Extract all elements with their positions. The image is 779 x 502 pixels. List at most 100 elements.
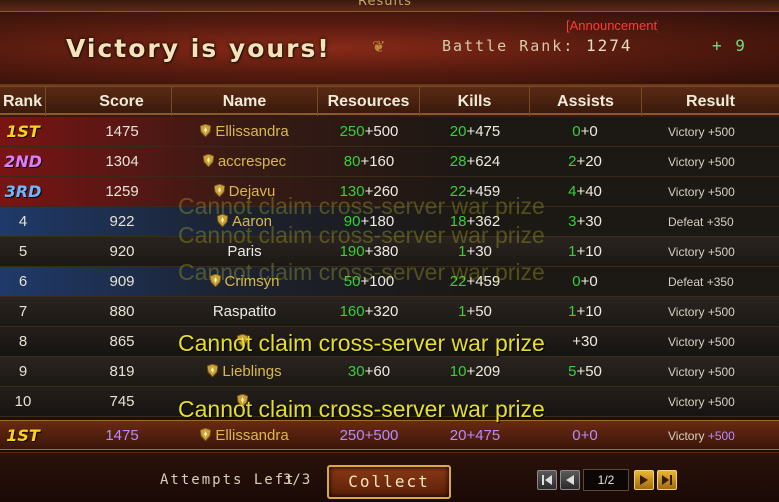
kills-cell: 20+475 bbox=[420, 117, 530, 147]
result-label: Victory bbox=[668, 125, 705, 139]
assists-cell: 3+30 bbox=[530, 207, 640, 237]
result-label: Victory bbox=[668, 305, 705, 319]
result-cell: Victory +500 bbox=[650, 357, 760, 387]
shield-icon bbox=[207, 364, 219, 377]
assists-bonus: +0 bbox=[580, 273, 598, 290]
result-cell: Victory +500 bbox=[650, 297, 760, 327]
own-resources-bonus: +500 bbox=[364, 427, 399, 444]
resources-bonus: +60 bbox=[364, 363, 391, 380]
column-header-assists: Assists bbox=[530, 87, 642, 116]
assists-cell: 0+0 bbox=[530, 267, 640, 297]
column-header-score: Score bbox=[72, 87, 172, 116]
own-kills: 20+475 bbox=[420, 421, 530, 451]
result-label: Victory bbox=[668, 185, 705, 199]
overlay-message: Cannot claim cross-server war prize bbox=[178, 396, 545, 422]
player-name: Raspatito bbox=[212, 303, 277, 320]
result-label: Victory bbox=[668, 395, 705, 409]
column-header-result: Result bbox=[686, 93, 735, 110]
result-label: Defeat bbox=[668, 215, 704, 229]
resources-bonus: +320 bbox=[364, 303, 399, 320]
last-page-button[interactable] bbox=[657, 470, 677, 490]
result-bonus: +500 bbox=[707, 155, 735, 169]
announcement-link[interactable]: [Announcement] bbox=[566, 18, 658, 33]
resources-base: 30 bbox=[347, 363, 365, 380]
assists-cell: 5+50 bbox=[530, 357, 640, 387]
battle-rank-label: Battle Rank: bbox=[442, 37, 575, 55]
own-resources: 250+500 bbox=[318, 421, 420, 451]
score-cell: 819 bbox=[109, 363, 135, 380]
score-cell: 745 bbox=[109, 393, 135, 410]
player-name: Ellissandra bbox=[215, 123, 289, 140]
results-header: Victory is yours! ❦ [Announcement] Battl… bbox=[0, 12, 779, 86]
result-cell: Victory +500 bbox=[650, 147, 760, 177]
overlay-message: Cannot claim cross-server war prize bbox=[178, 330, 545, 356]
score-cell: 922 bbox=[109, 213, 135, 230]
resources-bonus: +160 bbox=[360, 153, 395, 170]
overlay-message-faint: Cannot claim cross-server war prize bbox=[178, 222, 545, 248]
rank-cell: 8 bbox=[18, 333, 28, 350]
score-cell: 1304 bbox=[105, 153, 139, 170]
rank-cell: 5 bbox=[18, 243, 28, 260]
kills-cell: 1+50 bbox=[420, 297, 530, 327]
first-page-button[interactable] bbox=[537, 470, 557, 490]
result-cell: Victory +500 bbox=[650, 327, 760, 357]
column-header-resources: Resources bbox=[318, 87, 420, 116]
own-name: Ellissandra bbox=[215, 427, 289, 444]
kills-bonus: +475 bbox=[466, 123, 501, 140]
results-table-header: Rank Score Name Resources Kills Assists … bbox=[0, 86, 779, 116]
own-kills-bonus: +475 bbox=[466, 427, 501, 444]
result-cell: Victory +500 bbox=[650, 237, 760, 267]
rank-cell: 10 bbox=[14, 393, 32, 410]
overlay-message-faint: Cannot claim cross-server war prize bbox=[178, 259, 545, 285]
assists-bonus: +40 bbox=[576, 183, 602, 200]
assists-base: 0 bbox=[572, 273, 581, 290]
result-bonus: +500 bbox=[707, 305, 735, 319]
assists-cell: 0+0 bbox=[530, 117, 640, 147]
assists-cell: 4+40 bbox=[530, 177, 640, 207]
result-label: Victory bbox=[668, 245, 705, 259]
resources-cell: 160+320 bbox=[318, 297, 420, 327]
table-row: 9 819 Lieblings 30+60 10+209 5+50 Victory +500 bbox=[0, 357, 779, 387]
name-cell: Raspatito bbox=[172, 297, 317, 327]
assists-cell: 2+20 bbox=[530, 147, 640, 177]
kills-bonus: +624 bbox=[466, 153, 501, 170]
resources-cell: 250+500 bbox=[318, 117, 420, 147]
assists-bonus: +50 bbox=[576, 363, 602, 380]
overlay-message-faint: Cannot claim cross-server war prize bbox=[178, 193, 545, 219]
result-bonus: +350 bbox=[706, 275, 734, 289]
name-cell: Lieblings bbox=[172, 357, 317, 387]
result-cell: Defeat +350 bbox=[650, 267, 760, 297]
assists-cell: 1+10 bbox=[530, 237, 640, 267]
own-result: Victory +500 bbox=[650, 421, 760, 451]
table-row: 7 880 Raspatito 160+320 1+50 1+10 Victory +500 bbox=[0, 297, 779, 327]
result-cell: Defeat +350 bbox=[650, 207, 760, 237]
prev-page-button[interactable] bbox=[560, 470, 580, 490]
kills-base: 28 bbox=[449, 153, 467, 170]
last-page-icon bbox=[662, 475, 672, 485]
shield-icon bbox=[200, 124, 212, 137]
column-header-kills: Kills bbox=[420, 87, 530, 116]
first-page-icon bbox=[542, 475, 552, 485]
score-cell: 1475 bbox=[105, 123, 139, 140]
assists-cell: 1+10 bbox=[530, 297, 640, 327]
own-resources-base: 250 bbox=[339, 427, 365, 444]
result-bonus: +350 bbox=[706, 215, 734, 229]
resources-base: 80 bbox=[343, 153, 361, 170]
victory-title: Victory is yours! bbox=[66, 34, 331, 63]
attempts-left-value: 3/3 bbox=[283, 472, 312, 488]
collect-button[interactable]: Collect bbox=[327, 465, 451, 499]
kills-bonus: +209 bbox=[466, 363, 501, 380]
own-score: 1475 bbox=[105, 427, 139, 444]
rank-cell: 3RD bbox=[4, 182, 42, 201]
next-page-button[interactable] bbox=[634, 470, 654, 490]
kills-bonus: +50 bbox=[466, 303, 492, 320]
own-result-row: 1ST 1475 Ellissandra 250+500 20+475 0+0 … bbox=[0, 420, 779, 450]
result-label: Victory bbox=[668, 365, 705, 379]
kills-cell: 28+624 bbox=[420, 147, 530, 177]
resources-cell: 80+160 bbox=[318, 147, 420, 177]
result-label: Defeat bbox=[668, 275, 704, 289]
player-name: Lieblings bbox=[222, 363, 282, 380]
kills-base: 20 bbox=[449, 123, 467, 140]
own-assists: 0+0 bbox=[530, 421, 640, 451]
own-rank: 1ST bbox=[6, 426, 40, 445]
